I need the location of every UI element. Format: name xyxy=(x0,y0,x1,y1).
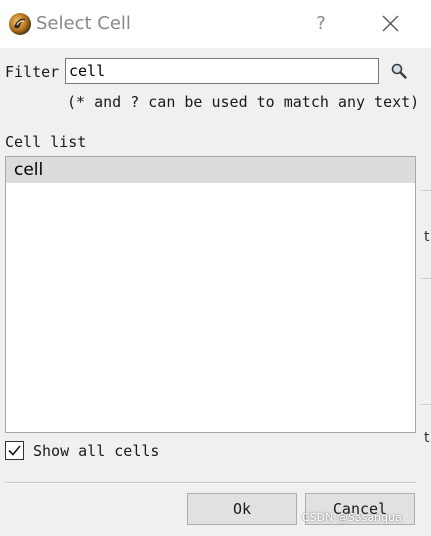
background-text-fragment: t xyxy=(424,430,430,446)
filter-hint: (* and ? can be used to match any text) xyxy=(67,93,420,111)
filter-label: Filter xyxy=(5,63,60,81)
list-item-cell[interactable]: cell xyxy=(6,157,415,183)
divider-highlight xyxy=(5,483,416,484)
show-all-cells-label[interactable]: Show all cells xyxy=(33,441,159,461)
help-button[interactable]: ? xyxy=(306,10,336,38)
app-logo-icon xyxy=(9,13,31,35)
background-text-fragment: t xyxy=(424,229,430,245)
background-window-edge xyxy=(421,278,431,279)
filter-input[interactable] xyxy=(65,58,379,84)
show-all-cells-checkbox[interactable] xyxy=(5,441,24,460)
background-window-edge xyxy=(421,404,431,405)
ok-button[interactable]: Ok xyxy=(187,493,297,525)
close-button[interactable] xyxy=(376,10,406,38)
checkmark-icon xyxy=(8,445,21,456)
close-icon xyxy=(382,15,399,32)
cell-list[interactable]: cell xyxy=(5,156,416,433)
watermark: CSDN @Sasanqua xyxy=(302,511,402,524)
cell-list-label: Cell list xyxy=(5,133,87,151)
background-window-edge xyxy=(421,190,431,191)
dialog-title: Select Cell xyxy=(36,13,131,34)
title-bar[interactable]: Select Cell ? xyxy=(0,0,431,48)
select-cell-dialog: Select Cell ? Filter (* and ? can be use… xyxy=(0,0,431,536)
search-icon[interactable] xyxy=(390,62,408,80)
